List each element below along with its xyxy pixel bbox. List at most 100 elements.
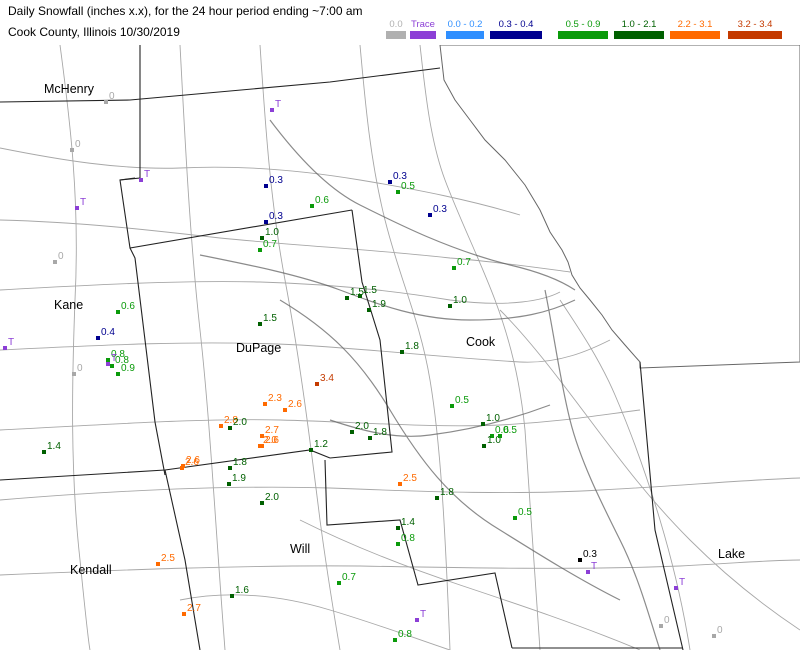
station-value: T xyxy=(111,353,117,364)
station-value: 0 xyxy=(664,615,670,626)
legend-label-2: 0.0 - 0.2 xyxy=(447,19,483,30)
station-value: 2.3 xyxy=(268,393,282,404)
station-marker xyxy=(156,562,160,566)
station-marker xyxy=(230,594,234,598)
station-value: 2.6 xyxy=(288,399,302,410)
station-marker xyxy=(452,266,456,270)
station-marker xyxy=(400,350,404,354)
station-value: 0.7 xyxy=(457,257,471,268)
legend-label-5: 1.0 - 2.1 xyxy=(621,19,657,30)
station-marker xyxy=(396,526,400,530)
station-value: 0.3 xyxy=(583,549,597,560)
station-value: 1.8 xyxy=(373,427,387,438)
legend-label-0: 0.0 xyxy=(389,19,403,30)
station-marker xyxy=(388,180,392,184)
station-marker xyxy=(498,434,502,438)
station-value: 0 xyxy=(58,251,64,262)
station-value: 0.6 xyxy=(121,301,135,312)
station-marker xyxy=(481,422,485,426)
station-value: 1.4 xyxy=(47,441,61,452)
station-value: 0.5 xyxy=(503,425,517,436)
county-label-cook: Cook xyxy=(466,335,496,349)
station-marker xyxy=(415,618,419,622)
station-value: 0.3 xyxy=(269,175,283,186)
station-marker xyxy=(674,586,678,590)
station-value: 1.0 xyxy=(265,227,279,238)
map-title: Daily Snowfall (inches x.x), for the 24 … xyxy=(8,4,363,18)
station-value: 0 xyxy=(109,91,115,102)
station-value: 1.5 xyxy=(363,285,377,296)
station-marker xyxy=(310,204,314,208)
station-value: 2.0 xyxy=(263,435,277,446)
county-label-kendall: Kendall xyxy=(70,563,112,577)
county-label-dupage: DuPage xyxy=(236,341,281,355)
station-value: 0.5 xyxy=(518,507,532,518)
station-value: 1.8 xyxy=(233,457,247,468)
station-value: 1.9 xyxy=(232,473,246,484)
snowfall-map-page: Daily Snowfall (inches x.x), for the 24 … xyxy=(0,0,800,650)
county-label-mchenry: McHenry xyxy=(44,82,95,96)
station-marker xyxy=(53,260,57,264)
station-marker xyxy=(396,190,400,194)
station-marker xyxy=(586,570,590,574)
station-marker xyxy=(358,294,362,298)
station-marker xyxy=(75,206,79,210)
station-marker xyxy=(139,178,143,182)
station-value: T xyxy=(80,197,86,208)
station-value: 2.6 xyxy=(185,457,199,468)
station-marker xyxy=(106,358,110,362)
header: Daily Snowfall (inches x.x), for the 24 … xyxy=(0,0,800,44)
station-marker xyxy=(228,426,232,430)
station-value: 0 xyxy=(717,625,723,636)
station-marker xyxy=(258,322,262,326)
station-value: 2.0 xyxy=(355,421,369,432)
station-value: 0.6 xyxy=(315,195,329,206)
legend-label-4: 0.5 - 0.9 xyxy=(565,19,601,30)
legend-swatch-7 xyxy=(728,31,782,39)
station-value: 0.7 xyxy=(263,239,277,250)
station-marker xyxy=(110,364,114,368)
legend-swatch-6 xyxy=(670,31,720,39)
station-value: 1.8 xyxy=(440,487,454,498)
station-marker xyxy=(398,482,402,486)
station-value: 2.7 xyxy=(187,603,201,614)
station-marker xyxy=(72,372,76,376)
legend-label-1: Trace xyxy=(411,19,435,30)
station-value: 2.0 xyxy=(233,417,247,428)
legend-swatch-2 xyxy=(446,31,484,39)
station-value: 0.9 xyxy=(121,363,135,374)
station-marker xyxy=(367,308,371,312)
station-marker xyxy=(228,466,232,470)
station-marker xyxy=(116,310,120,314)
station-marker xyxy=(396,542,400,546)
county-label-will: Will xyxy=(290,542,310,556)
legend-swatch-5 xyxy=(614,31,664,39)
legend-swatch-1 xyxy=(410,31,436,39)
station-value: 1.6 xyxy=(235,585,249,596)
snowfall-map[interactable]: McHenry Kane DuPage Cook Will Kendall La… xyxy=(0,45,800,650)
station-marker xyxy=(116,372,120,376)
station-marker xyxy=(350,430,354,434)
station-value: 1.9 xyxy=(372,299,386,310)
legend-label-3: 0.3 - 0.4 xyxy=(498,19,534,30)
station-marker xyxy=(345,296,349,300)
station-value: 1.0 xyxy=(453,295,467,306)
station-value: 1.4 xyxy=(401,517,415,528)
station-value: 0 xyxy=(77,363,83,374)
station-value: T xyxy=(679,577,685,588)
station-value: 0.5 xyxy=(455,395,469,406)
station-marker xyxy=(270,108,274,112)
station-value: 0.7 xyxy=(342,572,356,583)
station-value: 1.2 xyxy=(314,439,328,450)
station-marker xyxy=(258,444,262,448)
color-legend: 0.0 Trace 0.0 - 0.2 0.3 - 0.4 0.5 - 0.9 1.0 -… xyxy=(0,19,800,43)
station-marker xyxy=(448,304,452,308)
station-value: T xyxy=(591,561,597,572)
station-value: 3.4 xyxy=(320,373,334,384)
station-value: 0.4 xyxy=(101,327,115,338)
station-marker xyxy=(106,362,110,366)
station-marker xyxy=(315,382,319,386)
station-marker xyxy=(263,402,267,406)
station-value: T xyxy=(420,609,426,620)
station-marker xyxy=(104,100,108,104)
